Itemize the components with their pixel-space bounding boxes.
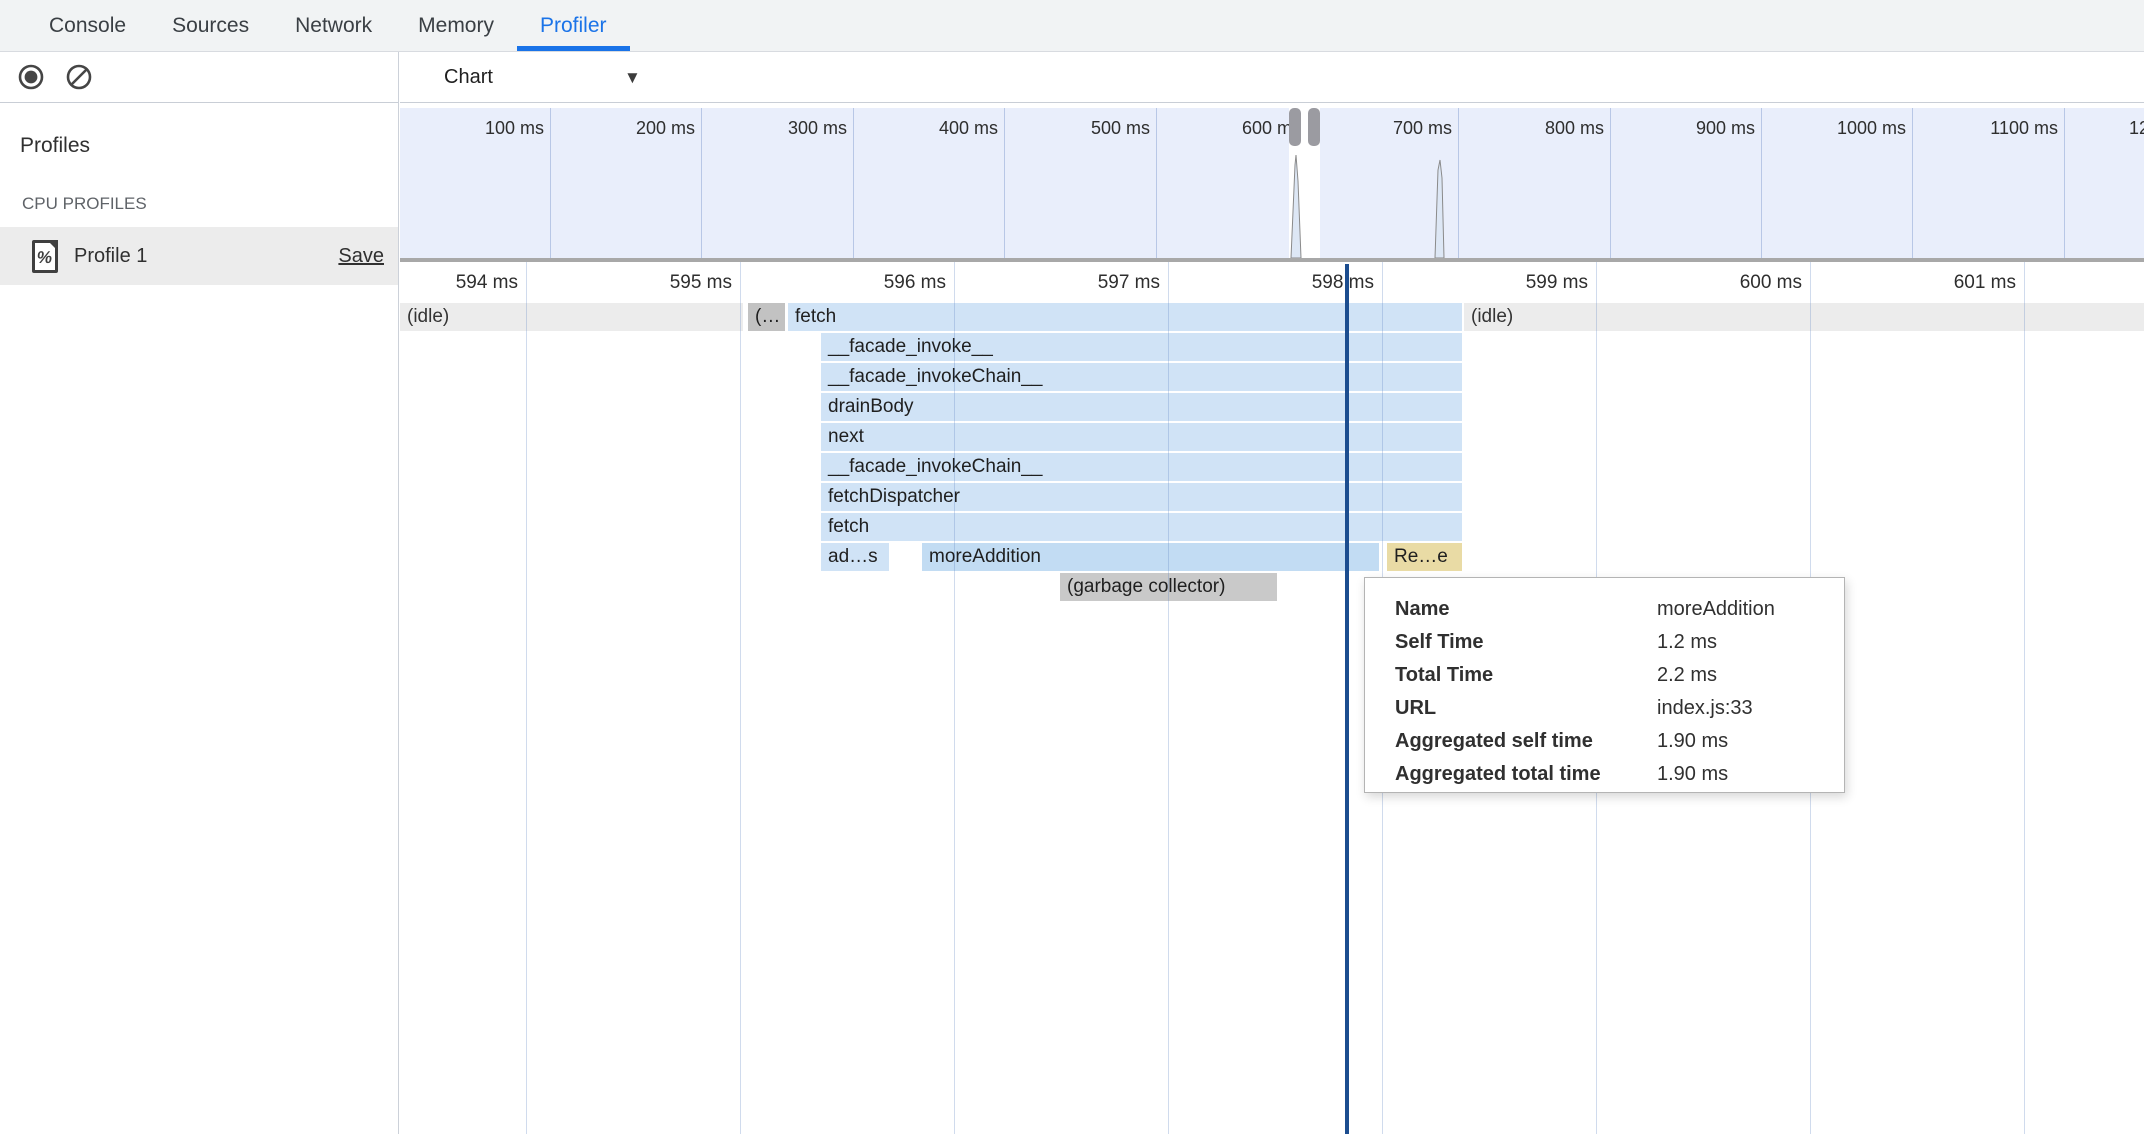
selection-handle-left[interactable] <box>1289 108 1301 146</box>
tab-memory[interactable]: Memory <box>395 0 517 51</box>
tab-sources[interactable]: Sources <box>149 0 272 51</box>
overview-tick-label: 800 ms <box>1504 118 1604 139</box>
profiler-main-panel: Chart ▼ 100 ms 200 ms 300 ms 400 ms 500 … <box>400 52 2144 1134</box>
overview-tick-line <box>1004 108 1005 258</box>
flame-bar-addnumbers[interactable]: ad…s <box>821 543 889 571</box>
cpu-profiles-section-heading: CPU PROFILES <box>22 194 398 214</box>
flame-tick-label: 598 ms <box>1274 272 1374 294</box>
gridline <box>2024 262 2025 1134</box>
activity-spike <box>1434 158 1448 258</box>
chevron-down-icon[interactable]: ▼ <box>624 69 641 86</box>
tab-network[interactable]: Network <box>272 0 395 51</box>
overview-tick-line <box>1912 108 1913 258</box>
view-toolbar: Chart ▼ <box>400 52 2144 103</box>
selection-handle-right[interactable] <box>1308 108 1320 146</box>
profiles-heading: Profiles <box>20 134 398 158</box>
flame-bar-highlighted[interactable]: Re…e <box>1387 543 1462 571</box>
flame-bar-facade-invoke[interactable]: __facade_invoke__ <box>821 333 1462 361</box>
tooltip-row: Name moreAddition <box>1395 593 1844 626</box>
overview-tick-line <box>1458 108 1459 258</box>
view-mode-select[interactable]: Chart <box>444 52 493 103</box>
overview-tick-line <box>1610 108 1611 258</box>
flame-bar-fetch[interactable]: fetch <box>788 303 1462 331</box>
tooltip-row: Total Time 2.2 ms <box>1395 659 1844 692</box>
tooltip-row: Self Time 1.2 ms <box>1395 626 1844 659</box>
flame-bar-truncated[interactable]: (… <box>748 303 785 331</box>
overview-tick-label: 600 ms <box>1201 118 1301 139</box>
flame-bar-fetchdispatcher[interactable]: fetchDispatcher <box>821 483 1462 511</box>
flame-bar-drainbody[interactable]: drainBody <box>821 393 1462 421</box>
flame-bar-next[interactable]: next <box>821 423 1462 451</box>
overview-tick-line <box>853 108 854 258</box>
profiler-toolbar <box>0 52 398 103</box>
overview-tick-label: 1100 ms <box>1958 118 2058 139</box>
flame-tick-label: 596 ms <box>846 272 946 294</box>
overview-tick-line <box>550 108 551 258</box>
flame-bar-fetch[interactable]: fetch <box>821 513 1462 541</box>
flame-tick-label: 594 ms <box>418 272 518 294</box>
sidebar: Profiles CPU PROFILES % Profile 1 Save <box>0 52 399 1134</box>
overview-tick-label: 100 ms <box>444 118 544 139</box>
overview-tick-label: 300 ms <box>747 118 847 139</box>
profile-document-icon: % <box>32 240 58 273</box>
tooltip-row: Aggregated total time 1.90 ms <box>1395 758 1844 791</box>
record-icon[interactable] <box>17 63 45 91</box>
flame-bar-moreaddition[interactable]: moreAddition <box>922 543 1379 571</box>
overview-tick-label: 500 ms <box>1050 118 1150 139</box>
gridline <box>740 262 741 1134</box>
flame-bar-idle[interactable]: (idle) <box>400 303 743 331</box>
overview-tick-label: 700 ms <box>1352 118 1452 139</box>
overview-tick-line <box>701 108 702 258</box>
save-profile-link[interactable]: Save <box>338 245 384 268</box>
flame-bar-facade-invokechain[interactable]: __facade_invokeChain__ <box>821 363 1462 391</box>
flame-tick-label: 601 ms <box>1916 272 2016 294</box>
flame-tick-label: 599 ms <box>1488 272 1588 294</box>
overview-tick-line <box>2064 108 2065 258</box>
time-marker-line <box>1345 264 1349 1134</box>
activity-spike <box>1290 155 1304 258</box>
overview-tick-label: 1000 ms <box>1806 118 1906 139</box>
tooltip-row: Aggregated self time 1.90 ms <box>1395 725 1844 758</box>
gridline <box>526 262 527 1134</box>
clear-icon[interactable] <box>65 63 93 91</box>
devtools-window: Console Sources Network Memory Profiler … <box>0 0 2144 1134</box>
gridline <box>954 262 955 1134</box>
overview-baseline <box>400 258 2144 262</box>
tab-bar: Console Sources Network Memory Profiler <box>0 0 2144 52</box>
tab-profiler[interactable]: Profiler <box>517 0 630 51</box>
overview-tick-label: 400 ms <box>898 118 998 139</box>
flame-tick-label: 600 ms <box>1702 272 1802 294</box>
sidebar-item-profile-1[interactable]: % Profile 1 Save <box>0 227 398 285</box>
flame-bar-idle[interactable]: (idle) <box>1464 303 2144 331</box>
flame-tick-label: 597 ms <box>1060 272 1160 294</box>
flame-bar-facade-invokechain[interactable]: __facade_invokeChain__ <box>821 453 1462 481</box>
tooltip-row: URL index.js:33 <box>1395 692 1844 725</box>
profile-name: Profile 1 <box>74 245 338 268</box>
overview-tick-label: 1200 ms <box>2129 118 2144 139</box>
overview-tick-label: 900 ms <box>1655 118 1755 139</box>
flame-tick-label: 595 ms <box>632 272 732 294</box>
overview-tick-line <box>1156 108 1157 258</box>
gridline <box>1168 262 1169 1134</box>
overview-tick-label: 200 ms <box>595 118 695 139</box>
tab-console[interactable]: Console <box>26 0 149 51</box>
frame-details-tooltip: Name moreAddition Self Time 1.2 ms Total… <box>1364 577 1845 793</box>
overview-tick-line <box>1761 108 1762 258</box>
